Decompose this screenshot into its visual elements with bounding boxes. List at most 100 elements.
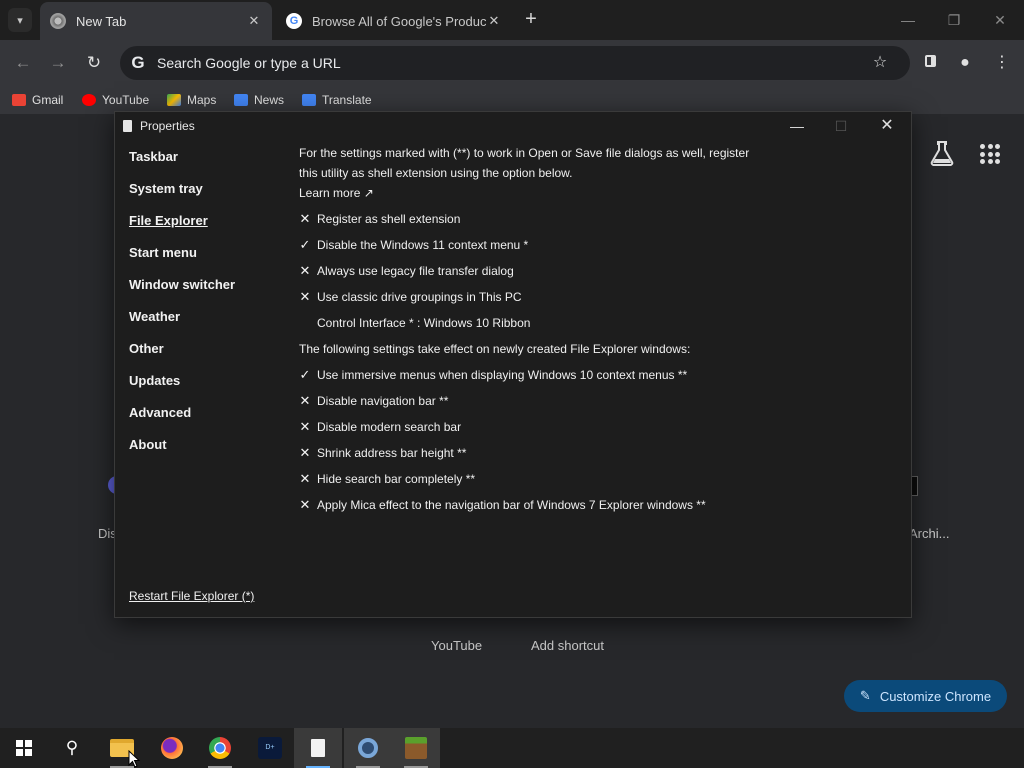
customize-chrome-button[interactable]: ✎ Customize Chrome (844, 680, 1007, 712)
minimize-button[interactable]: — (896, 8, 920, 32)
restart-file-explorer-link[interactable]: Restart File Explorer (*) (129, 589, 254, 603)
option-legacy-file-transfer[interactable]: ✕ Always use legacy file transfer dialog (299, 262, 514, 280)
window-title-text: Properties (140, 119, 195, 133)
taskbar-chrome[interactable] (196, 728, 244, 768)
window-title: Properties (123, 119, 195, 133)
maps-icon (167, 94, 181, 106)
plus-icon: + (525, 8, 537, 30)
start-icon (16, 740, 32, 756)
chevron-down-icon: ▾ (17, 14, 23, 27)
chrome-icon (209, 737, 231, 759)
maximize-icon: ☐ (834, 118, 848, 134)
gmail-icon (12, 94, 26, 106)
bookmark-label: Gmail (32, 93, 64, 107)
checkmark-icon: ✓ (299, 237, 311, 252)
sidebar-item-system-tray[interactable]: System tray (129, 181, 203, 196)
option-disable-navigation-bar[interactable]: ✕ Disable navigation bar ** (299, 392, 449, 410)
sidebar-item-updates[interactable]: Updates (129, 373, 180, 388)
close-tab-icon[interactable]: ✕ (246, 13, 262, 29)
new-tab-button[interactable]: + (520, 8, 542, 30)
kebab-menu-icon: ⋮ (994, 54, 1010, 71)
option-register-shell-extension[interactable]: ✕ Register as shell extension (299, 210, 461, 228)
google-g-icon: G (131, 53, 145, 72)
sidebar-item-start-menu[interactable]: Start menu (129, 245, 197, 260)
search-icon: ⚲ (65, 738, 79, 757)
option-hide-search-bar[interactable]: ✕ Hide search bar completely ** (299, 470, 476, 488)
option-classic-drive-groupings[interactable]: ✕ Use classic drive groupings in This PC (299, 288, 522, 306)
back-button[interactable]: ← (12, 52, 34, 74)
sidebar-item-taskbar[interactable]: Taskbar (129, 149, 178, 164)
forward-button[interactable]: → (47, 52, 69, 74)
google-apps-icon[interactable] (980, 144, 1000, 164)
tab-label: Browse All of Google's Products & Servic… (312, 13, 486, 29)
shortcut-youtube[interactable]: YouTube (431, 638, 482, 653)
option-mica-effect[interactable]: ✕ Apply Mica effect to the navigation ba… (299, 496, 706, 514)
restore-icon: ❐ (947, 12, 961, 28)
start-button[interactable] (0, 728, 48, 768)
tab-search-button[interactable]: ▾ (8, 8, 32, 32)
reload-icon: ↻ (86, 53, 102, 72)
reload-button[interactable]: ↻ (83, 52, 105, 74)
bookmark-youtube[interactable]: YouTube (82, 91, 149, 109)
option-immersive-menus[interactable]: ✓ Use immersive menus when displaying Wi… (299, 366, 688, 384)
disney-plus-icon: D+ (258, 737, 282, 759)
google-icon: G (286, 13, 302, 29)
tab-new-tab[interactable]: New Tab ✕ (40, 2, 272, 40)
option-label: Shrink address bar height ** (317, 446, 467, 460)
option-label: Register as shell extension (317, 212, 461, 226)
intro-text-line1: For the settings marked with (**) to wor… (299, 146, 750, 160)
profile-button[interactable]: ● (954, 52, 976, 74)
taskbar-disney-plus[interactable]: D+ (246, 728, 294, 768)
bookmark-label: News (254, 93, 285, 107)
option-disable-win11-context-menu[interactable]: ✓ Disable the Windows 11 context menu * (299, 236, 529, 254)
minimize-icon: — (901, 12, 915, 28)
option-label: Control Interface * : Windows 10 Ribbon (317, 316, 531, 330)
option-label: Apply Mica effect to the navigation bar … (317, 498, 706, 512)
bookmark-translate[interactable]: Translate (302, 91, 372, 109)
unchecked-x-icon: ✕ (299, 263, 311, 278)
option-disable-modern-search-bar[interactable]: ✕ Disable modern search bar (299, 418, 462, 436)
tab-google-products[interactable]: G Browse All of Google's Products & Serv… (276, 2, 512, 40)
bookmark-news[interactable]: News (234, 91, 284, 109)
arrow-right-icon: → (49, 53, 67, 72)
mouse-cursor-icon (128, 750, 141, 768)
taskbar-properties-app[interactable] (294, 728, 342, 768)
properties-app-icon (123, 120, 132, 132)
unchecked-x-icon: ✕ (299, 289, 311, 304)
labs-flask-icon[interactable] (930, 140, 954, 166)
sidebar-item-other[interactable]: Other (129, 341, 164, 356)
close-icon: ✕ (880, 117, 894, 134)
minimize-button[interactable]: — (786, 116, 808, 136)
side-panel-button[interactable] (919, 52, 941, 74)
sidebar-item-window-switcher[interactable]: Window switcher (129, 277, 235, 292)
taskbar-firefox[interactable] (148, 728, 196, 768)
chrome-menu-button[interactable]: ⋮ (991, 52, 1013, 74)
restore-button[interactable]: ❐ (942, 8, 966, 32)
close-tab-icon[interactable]: ✕ (486, 13, 502, 29)
bookmark-star-button[interactable]: ☆ (869, 52, 891, 74)
sidebar-item-file-explorer[interactable]: File Explorer (129, 213, 208, 228)
settings-icon (358, 738, 378, 758)
shortcut-label-partial[interactable]: Archi... (909, 526, 949, 541)
chrome-icon (50, 13, 66, 29)
unchecked-x-icon: ✕ (299, 497, 311, 512)
customize-label: Customize Chrome (879, 688, 992, 704)
taskbar-search-button[interactable]: ⚲ (48, 728, 96, 768)
sidebar-item-about[interactable]: About (129, 437, 167, 452)
bookmark-label: YouTube (102, 93, 150, 107)
taskbar-settings[interactable] (344, 728, 392, 768)
minecraft-icon (405, 737, 427, 759)
sidebar-item-weather[interactable]: Weather (129, 309, 180, 324)
taskbar-minecraft[interactable] (392, 728, 440, 768)
close-window-button[interactable]: ✕ (988, 8, 1012, 32)
bookmark-maps[interactable]: Maps (167, 91, 216, 109)
option-control-interface[interactable]: Control Interface * : Windows 10 Ribbon (299, 314, 530, 332)
shortcut-add[interactable]: Add shortcut (531, 638, 604, 653)
sidebar-item-advanced[interactable]: Advanced (129, 405, 191, 420)
option-shrink-address-bar[interactable]: ✕ Shrink address bar height ** (299, 444, 467, 462)
close-button[interactable]: ✕ (876, 116, 898, 136)
bookmark-gmail[interactable]: Gmail (12, 91, 63, 109)
learn-more-link[interactable]: Learn more ↗ (299, 183, 374, 203)
maximize-button[interactable]: ☐ (830, 116, 852, 136)
omnibox-placeholder[interactable]: Search Google or type a URL (157, 55, 341, 71)
